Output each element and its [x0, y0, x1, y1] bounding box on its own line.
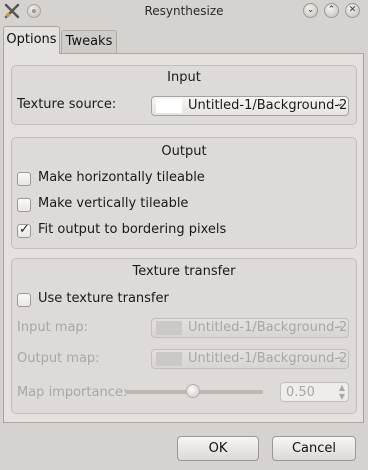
texture-source-label: Texture source:: [17, 97, 117, 112]
fit-bordering-pixels-label: Fit output to bordering pixels: [38, 222, 227, 237]
use-texture-transfer-checkbox[interactable]: [17, 293, 31, 307]
horizontally-tileable-label: Make horizontally tileable: [38, 170, 205, 185]
spin-down-icon[interactable]: ▼: [339, 392, 345, 401]
tab-options[interactable]: Options: [3, 26, 60, 54]
output-map-thumbnail: [156, 352, 182, 366]
fit-bordering-pixels-checkbox[interactable]: ✓: [17, 222, 31, 238]
close-icon[interactable]: ✕: [345, 3, 360, 18]
map-importance-slider-handle[interactable]: [186, 384, 200, 398]
cancel-button[interactable]: Cancel: [272, 436, 356, 461]
tab-tweaks[interactable]: Tweaks: [61, 30, 117, 54]
input-map-label: Input map:: [17, 320, 89, 335]
check-icon: ✓: [19, 222, 30, 237]
title-bar[interactable]: Resynthesize ⌄ ⌃ ✕: [0, 0, 368, 24]
chevron-down-icon: ⌄: [335, 351, 344, 362]
texture-source-select[interactable]: Untitled-1/Background-2 ⌄: [151, 96, 349, 116]
output-map-value: Untitled-1/Background-2: [188, 351, 348, 366]
resynthesize-dialog: Resynthesize ⌄ ⌃ ✕ Options Tweaks Input …: [0, 0, 368, 470]
spin-up-icon[interactable]: ▲: [339, 383, 345, 392]
input-map-select[interactable]: Untitled-1/Background-2 ⌄: [151, 318, 349, 338]
ok-button[interactable]: OK: [177, 436, 259, 461]
output-group-title: Output: [161, 144, 207, 159]
chevron-down-icon: ⌄: [335, 98, 344, 109]
map-importance-spinbox[interactable]: 0.50 ▲ ▼: [280, 382, 349, 402]
vertically-tileable-checkbox[interactable]: [17, 198, 31, 212]
chevron-down-icon: ⌄: [335, 320, 344, 331]
input-group-title: Input: [167, 70, 201, 85]
vertically-tileable-label: Make vertically tileable: [38, 196, 189, 211]
horizontally-tileable-checkbox[interactable]: [17, 172, 31, 186]
input-map-thumbnail: [156, 321, 182, 335]
map-importance-value: 0.50: [286, 385, 315, 400]
input-group: Input: [11, 65, 357, 125]
texture-transfer-title: Texture transfer: [132, 264, 236, 279]
texture-source-thumbnail: [156, 99, 182, 113]
output-map-select[interactable]: Untitled-1/Background-2 ⌄: [151, 349, 349, 369]
use-texture-transfer-label: Use texture transfer: [38, 291, 169, 306]
input-map-value: Untitled-1/Background-2: [188, 320, 348, 335]
maximize-icon[interactable]: ⌃: [324, 3, 339, 18]
minimize-icon[interactable]: ⌄: [303, 3, 318, 18]
output-map-label: Output map:: [17, 351, 100, 366]
map-importance-label: Map importance:: [17, 385, 128, 400]
texture-source-value: Untitled-1/Background-2: [188, 98, 348, 113]
